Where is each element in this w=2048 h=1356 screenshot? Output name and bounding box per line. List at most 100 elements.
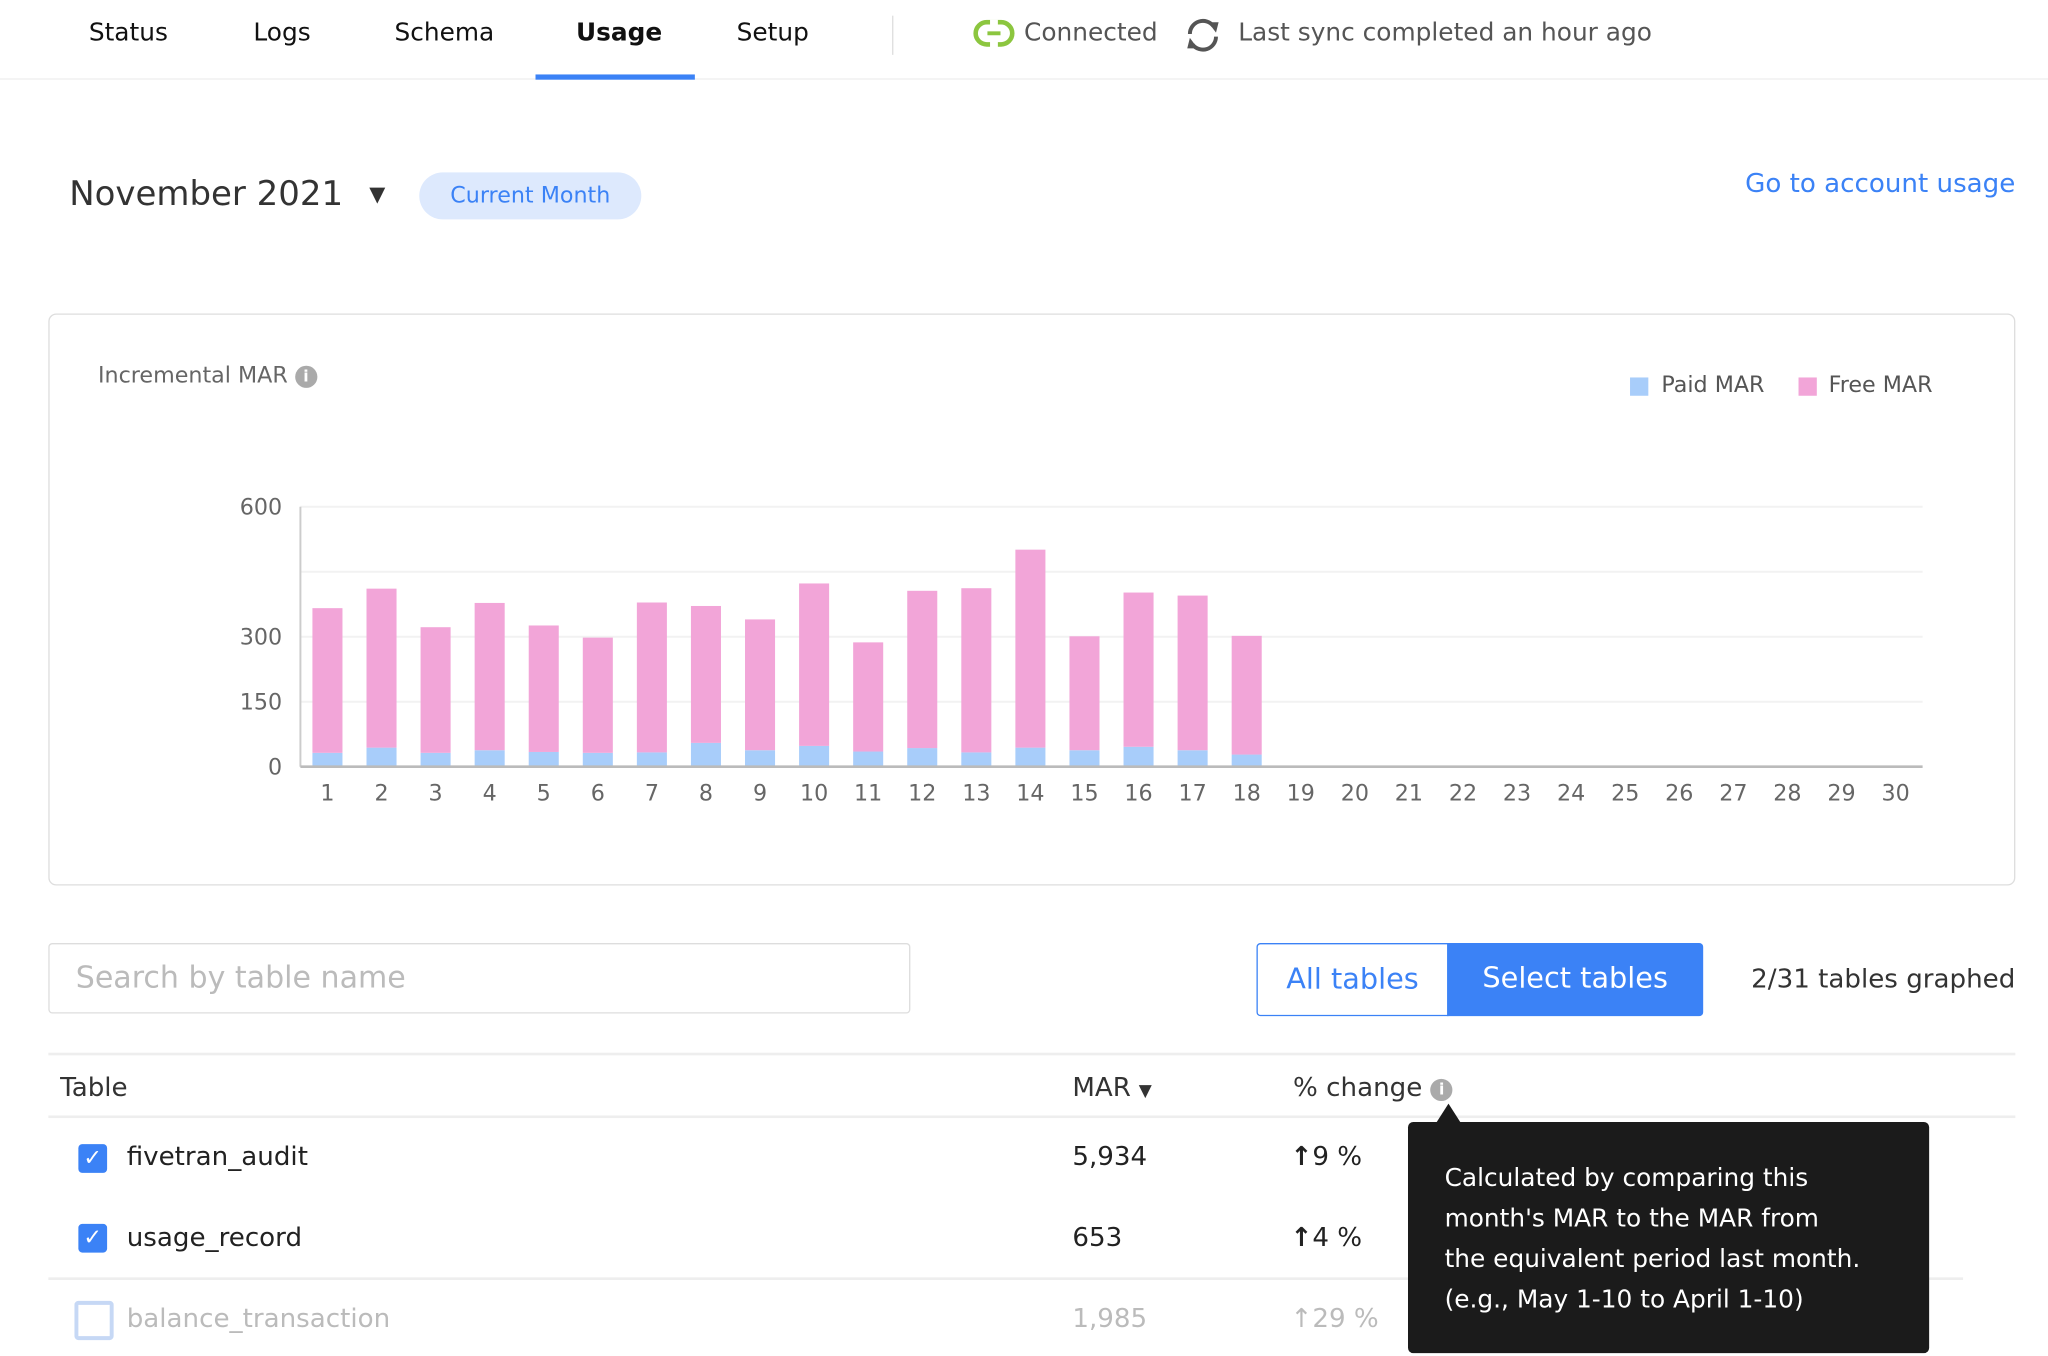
x-tick-label: 1 <box>320 781 334 807</box>
select-tables-button[interactable]: Select tables <box>1447 943 1704 1017</box>
info-icon[interactable]: i <box>1430 1078 1453 1102</box>
y-tick-label: 0 <box>268 755 282 781</box>
x-tick-label: 20 <box>1341 781 1369 807</box>
col-header-table: Table <box>60 1071 128 1103</box>
row-checkbox-unchecked[interactable] <box>74 1300 114 1341</box>
bar-paid-mar <box>312 752 343 767</box>
x-tick-label: 14 <box>1016 781 1044 807</box>
x-tick-label: 10 <box>800 781 828 807</box>
x-tick-label: 26 <box>1665 781 1693 807</box>
change-text: 9 % <box>1312 1140 1363 1172</box>
x-tick-label: 8 <box>699 781 713 807</box>
bar-paid-mar <box>474 750 505 767</box>
bar-free-mar <box>1015 549 1046 748</box>
bar-paid-mar <box>366 747 397 767</box>
bar-paid-mar <box>1015 747 1046 767</box>
y-tick-label: 300 <box>240 625 282 651</box>
tables-graphed-count: 2/31 tables graphed <box>1751 962 2016 994</box>
table-name: balance_transaction <box>126 1302 391 1334</box>
bar-free-mar <box>853 642 884 752</box>
bar-free-mar <box>582 637 613 753</box>
divider <box>48 1052 2016 1056</box>
change-text: 29 % <box>1312 1302 1379 1334</box>
x-tick-label: 27 <box>1719 781 1747 807</box>
bar-paid-mar <box>745 750 776 767</box>
change-tooltip: Calculated by comparing this month's MAR… <box>1407 1103 1930 1354</box>
arrow-up-icon: ↑ <box>1290 1140 1313 1172</box>
bar-free-mar <box>1177 595 1208 751</box>
tooltip-line: Calculated by comparing this <box>1444 1163 1809 1193</box>
x-tick-label: 29 <box>1827 781 1855 807</box>
tooltip-line: the equivalent period last month. <box>1444 1244 1861 1274</box>
bar-paid-mar <box>853 751 884 767</box>
bar-paid-mar <box>420 752 451 767</box>
bar-paid-mar <box>1231 754 1262 767</box>
x-tick-label: 2 <box>374 781 388 807</box>
table-name: usage_record <box>126 1221 303 1253</box>
all-tables-button[interactable]: All tables <box>1256 943 1449 1017</box>
x-tick-label: 22 <box>1449 781 1477 807</box>
row-checkbox-checked[interactable]: ✓ <box>78 1223 108 1253</box>
bar-paid-mar <box>799 745 830 767</box>
x-tick-label: 4 <box>483 781 497 807</box>
col-header-change: % change i <box>1293 1071 1453 1102</box>
x-tick-label: 15 <box>1070 781 1098 807</box>
search-input[interactable] <box>48 943 911 1014</box>
bar-free-mar <box>474 602 505 751</box>
chart-card: Incremental MAR i Paid MAR Free MAR 0 150… <box>48 313 2016 886</box>
bar-paid-mar <box>528 751 559 767</box>
x-tick-label: 30 <box>1881 781 1909 807</box>
x-tick-label: 21 <box>1395 781 1423 807</box>
bar-free-mar <box>1123 592 1154 747</box>
change-value: ↑29 % <box>1290 1302 1378 1333</box>
x-tick-label: 3 <box>429 781 443 807</box>
table-name: fivetran_audit <box>126 1140 308 1172</box>
x-tick-label: 7 <box>645 781 659 807</box>
col-header-mar[interactable]: MAR ▼ <box>1072 1071 1151 1102</box>
bar-free-mar <box>312 608 343 753</box>
x-tick-label: 9 <box>753 781 767 807</box>
bar-free-mar <box>690 605 721 743</box>
bar-free-mar <box>1231 635 1262 755</box>
x-tick-label: 23 <box>1503 781 1531 807</box>
bar-free-mar <box>745 619 776 751</box>
bar-paid-mar <box>1069 750 1100 767</box>
bar-paid-mar <box>961 752 992 767</box>
bar-free-mar <box>420 627 451 753</box>
x-tick-label: 5 <box>537 781 551 807</box>
mar-value: 653 <box>1072 1221 1123 1253</box>
bar-paid-mar <box>690 742 721 767</box>
col-header-change-label: % change <box>1293 1071 1423 1103</box>
tooltip-line: month's MAR to the MAR from <box>1444 1204 1819 1233</box>
bar-paid-mar <box>636 752 667 767</box>
sort-desc-icon: ▼ <box>1138 1081 1152 1102</box>
change-value: ↑9 % <box>1290 1140 1362 1171</box>
y-tick-label: 150 <box>240 690 282 716</box>
x-tick-label: 12 <box>908 781 936 807</box>
bar-free-mar <box>799 583 830 746</box>
x-tick-label: 24 <box>1557 781 1585 807</box>
bar-free-mar <box>528 625 559 752</box>
y-tick-label: 600 <box>240 495 282 521</box>
bar-paid-mar <box>907 748 938 767</box>
x-tick-label: 19 <box>1287 781 1315 807</box>
bar-paid-mar <box>1123 746 1154 767</box>
arrow-up-icon: ↑ <box>1290 1302 1313 1334</box>
row-checkbox-checked[interactable]: ✓ <box>78 1144 108 1173</box>
change-text: 4 % <box>1312 1221 1363 1253</box>
x-tick-label: 6 <box>591 781 605 807</box>
x-tick-label: 11 <box>854 781 882 807</box>
mar-value: 5,934 <box>1072 1140 1148 1172</box>
x-tick-label: 13 <box>962 781 990 807</box>
bar-free-mar <box>366 588 397 748</box>
x-tick-label: 16 <box>1124 781 1152 807</box>
bar-paid-mar <box>1177 750 1208 767</box>
divider <box>48 1115 2016 1119</box>
arrow-up-icon: ↑ <box>1290 1221 1313 1253</box>
bar-free-mar <box>961 588 992 753</box>
tooltip-line: (e.g., May 1-10 to April 1-10) <box>1444 1285 1804 1314</box>
x-tick-label: 28 <box>1773 781 1801 807</box>
bar-free-mar <box>1069 636 1100 751</box>
bar-free-mar <box>636 602 667 753</box>
bar-paid-mar <box>582 752 613 767</box>
